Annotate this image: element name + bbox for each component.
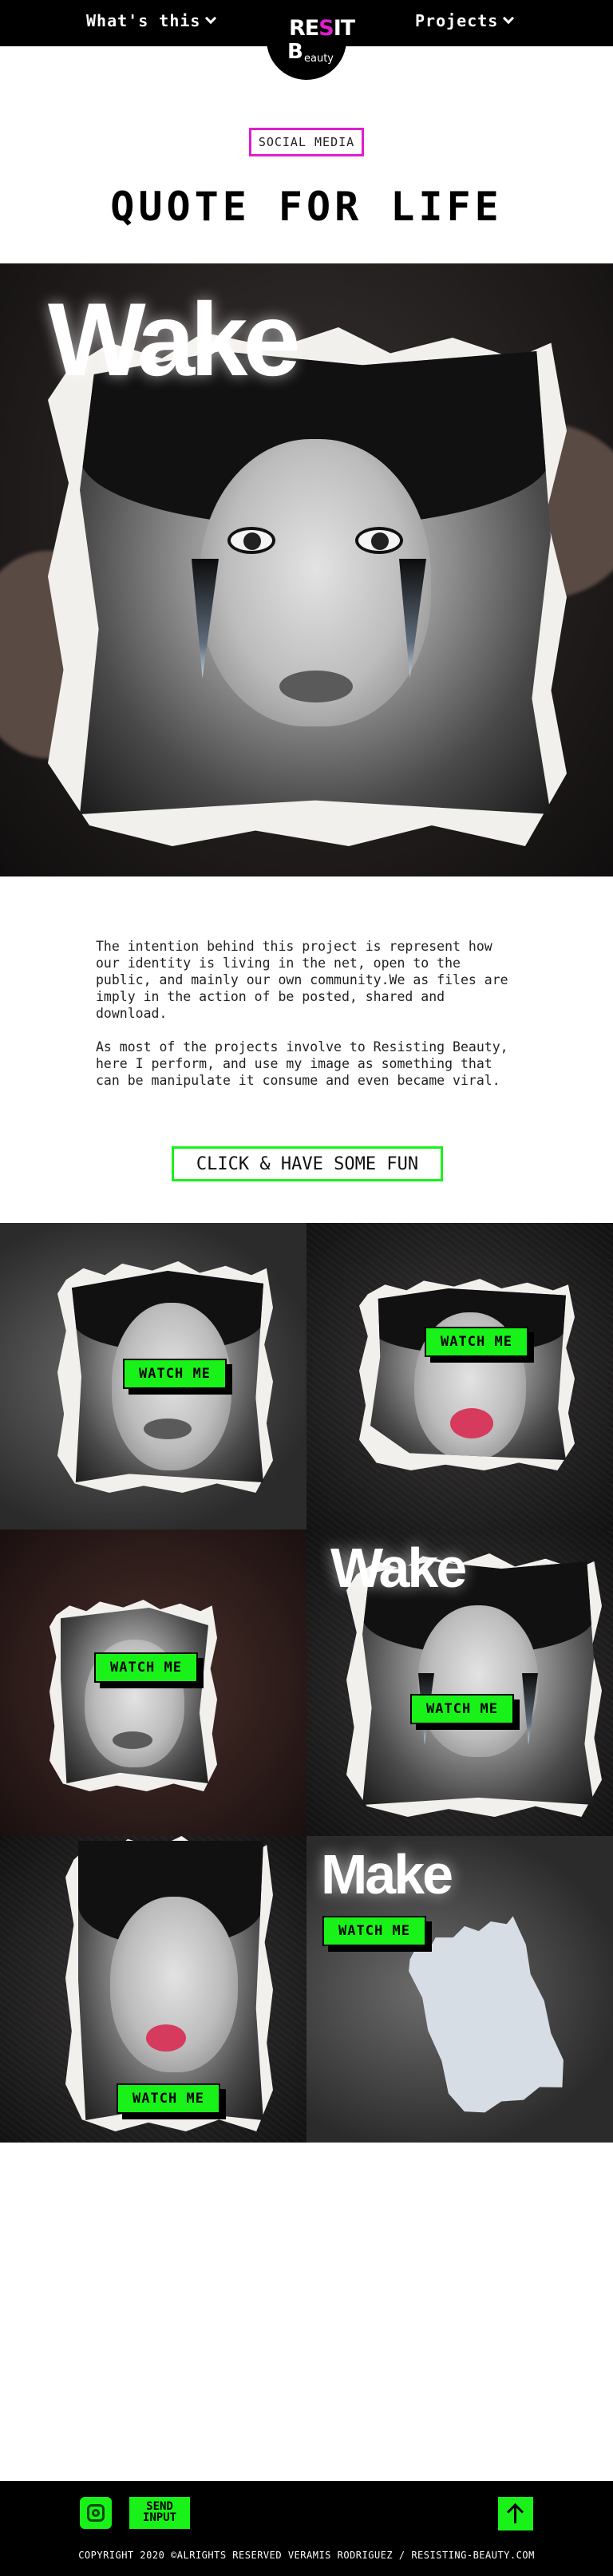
lips <box>144 1419 192 1439</box>
instagram-icon[interactable] <box>80 2497 112 2529</box>
watch-me-button[interactable]: WATCH ME <box>425 1327 528 1357</box>
watch-me-button[interactable]: WATCH ME <box>322 1916 426 1946</box>
nav-whats-this[interactable]: What's this <box>86 11 217 30</box>
description-paragraph-2: As most of the projects involve to Resis… <box>96 1039 508 1088</box>
gallery-tile-5[interactable]: WATCH ME <box>0 1836 306 2143</box>
send-input-label-2: INPUT <box>142 2511 177 2524</box>
nav-projects[interactable]: Projects <box>415 11 515 30</box>
portrait-photo <box>61 1608 208 1783</box>
portrait-photo <box>80 351 551 814</box>
tile-overlay-word: Wake <box>330 1537 467 1599</box>
logo-line-1: RESIT <box>289 16 355 41</box>
site-logo[interactable]: RESIT B eauty <box>267 0 355 80</box>
logo-line-2: B <box>287 40 303 64</box>
have-fun-button[interactable]: CLICK & HAVE SOME FUN <box>172 1146 443 1181</box>
arrow-up-icon[interactable] <box>498 2497 533 2530</box>
eye-right <box>355 527 403 554</box>
video-gallery: WATCH ME WATCH ME WATCH ME Wake WATCH ME… <box>0 1223 613 2143</box>
lips <box>279 671 353 702</box>
chevron-down-icon <box>503 12 515 25</box>
watch-me-button[interactable]: WATCH ME <box>117 2083 220 2114</box>
send-input-label-1: SEND <box>146 2500 173 2513</box>
gallery-tile-3[interactable]: WATCH ME <box>0 1529 306 1836</box>
eye-left <box>227 527 275 554</box>
gallery-tile-6[interactable]: Make WATCH ME <box>306 1836 613 2143</box>
gallery-tile-2[interactable]: WATCH ME <box>306 1223 613 1529</box>
nav-projects-label: Projects <box>415 11 499 30</box>
lips <box>146 2024 186 2052</box>
site-footer: SEND INPUT COPYRIGHT 2020 ©ALRIGHTS RESE… <box>0 2481 613 2576</box>
watch-me-button[interactable]: WATCH ME <box>94 1652 198 1683</box>
lips <box>450 1408 493 1438</box>
send-input-button[interactable]: SEND INPUT <box>129 2497 190 2529</box>
watch-me-button[interactable]: WATCH ME <box>123 1359 227 1389</box>
instagram-icon-dot <box>92 2509 100 2517</box>
portrait-photo <box>78 1841 263 2120</box>
chevron-down-icon <box>205 12 217 25</box>
page-title: QUOTE FOR LIFE <box>110 184 503 230</box>
category-tag: SOCIAL MEDIA <box>249 128 364 156</box>
nav-whats-this-label: What's this <box>86 11 201 30</box>
lips <box>113 1731 152 1749</box>
arrow-up-head <box>506 2503 524 2521</box>
hero-image: Wake <box>0 263 613 876</box>
gallery-tile-4[interactable]: Wake WATCH ME <box>306 1529 613 1836</box>
hero-overlay-word: Wake <box>48 281 301 398</box>
copyright-text: COPYRIGHT 2020 ©ALRIGHTS RESERVED VERAMI… <box>78 2550 535 2561</box>
face <box>418 1605 538 1757</box>
watch-me-button[interactable]: WATCH ME <box>410 1694 514 1724</box>
tile-overlay-word: Make <box>321 1843 453 1905</box>
project-description: The intention behind this project is rep… <box>96 938 519 1106</box>
top-nav: What's this Projects RESIT B eauty <box>0 0 613 80</box>
logo-line-3: eauty <box>304 53 334 65</box>
description-paragraph-1: The intention behind this project is rep… <box>96 939 508 1021</box>
gallery-tile-1[interactable]: WATCH ME <box>0 1223 306 1529</box>
portrait-photo <box>370 1288 566 1460</box>
